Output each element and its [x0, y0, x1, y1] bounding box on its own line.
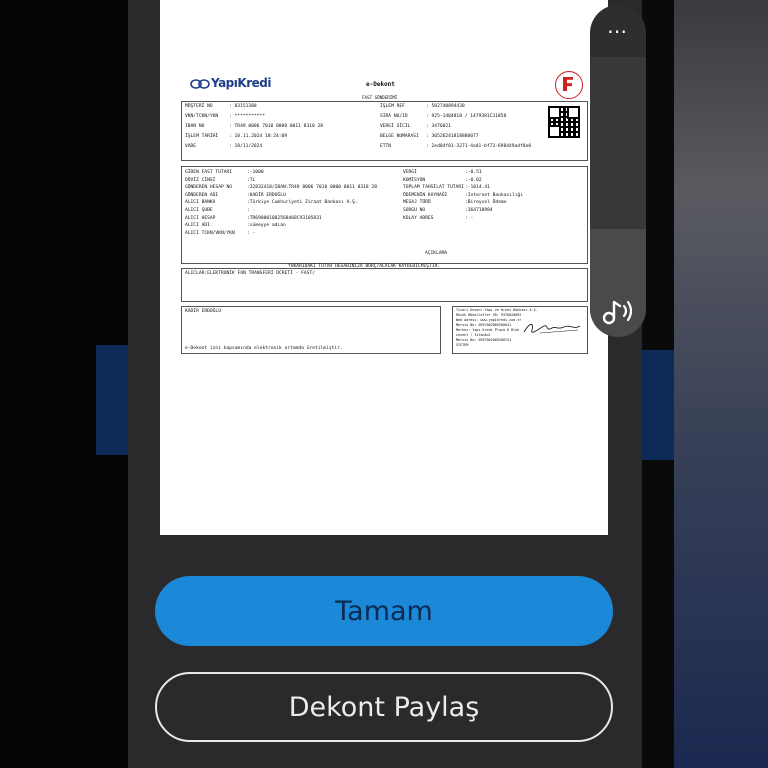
scroll-track[interactable]	[590, 57, 646, 229]
background-banner-left	[96, 345, 128, 455]
share-receipt-button[interactable]: Dekont Paylaş	[155, 672, 613, 742]
background-banner-right	[642, 350, 674, 460]
more-options-icon[interactable]: ⋯	[590, 21, 646, 41]
ok-button[interactable]: Tamam	[155, 576, 613, 646]
receipt-document[interactable]	[160, 0, 608, 535]
floating-control-panel: ⋯	[590, 5, 646, 337]
music-note-sound-icon[interactable]	[600, 296, 636, 326]
